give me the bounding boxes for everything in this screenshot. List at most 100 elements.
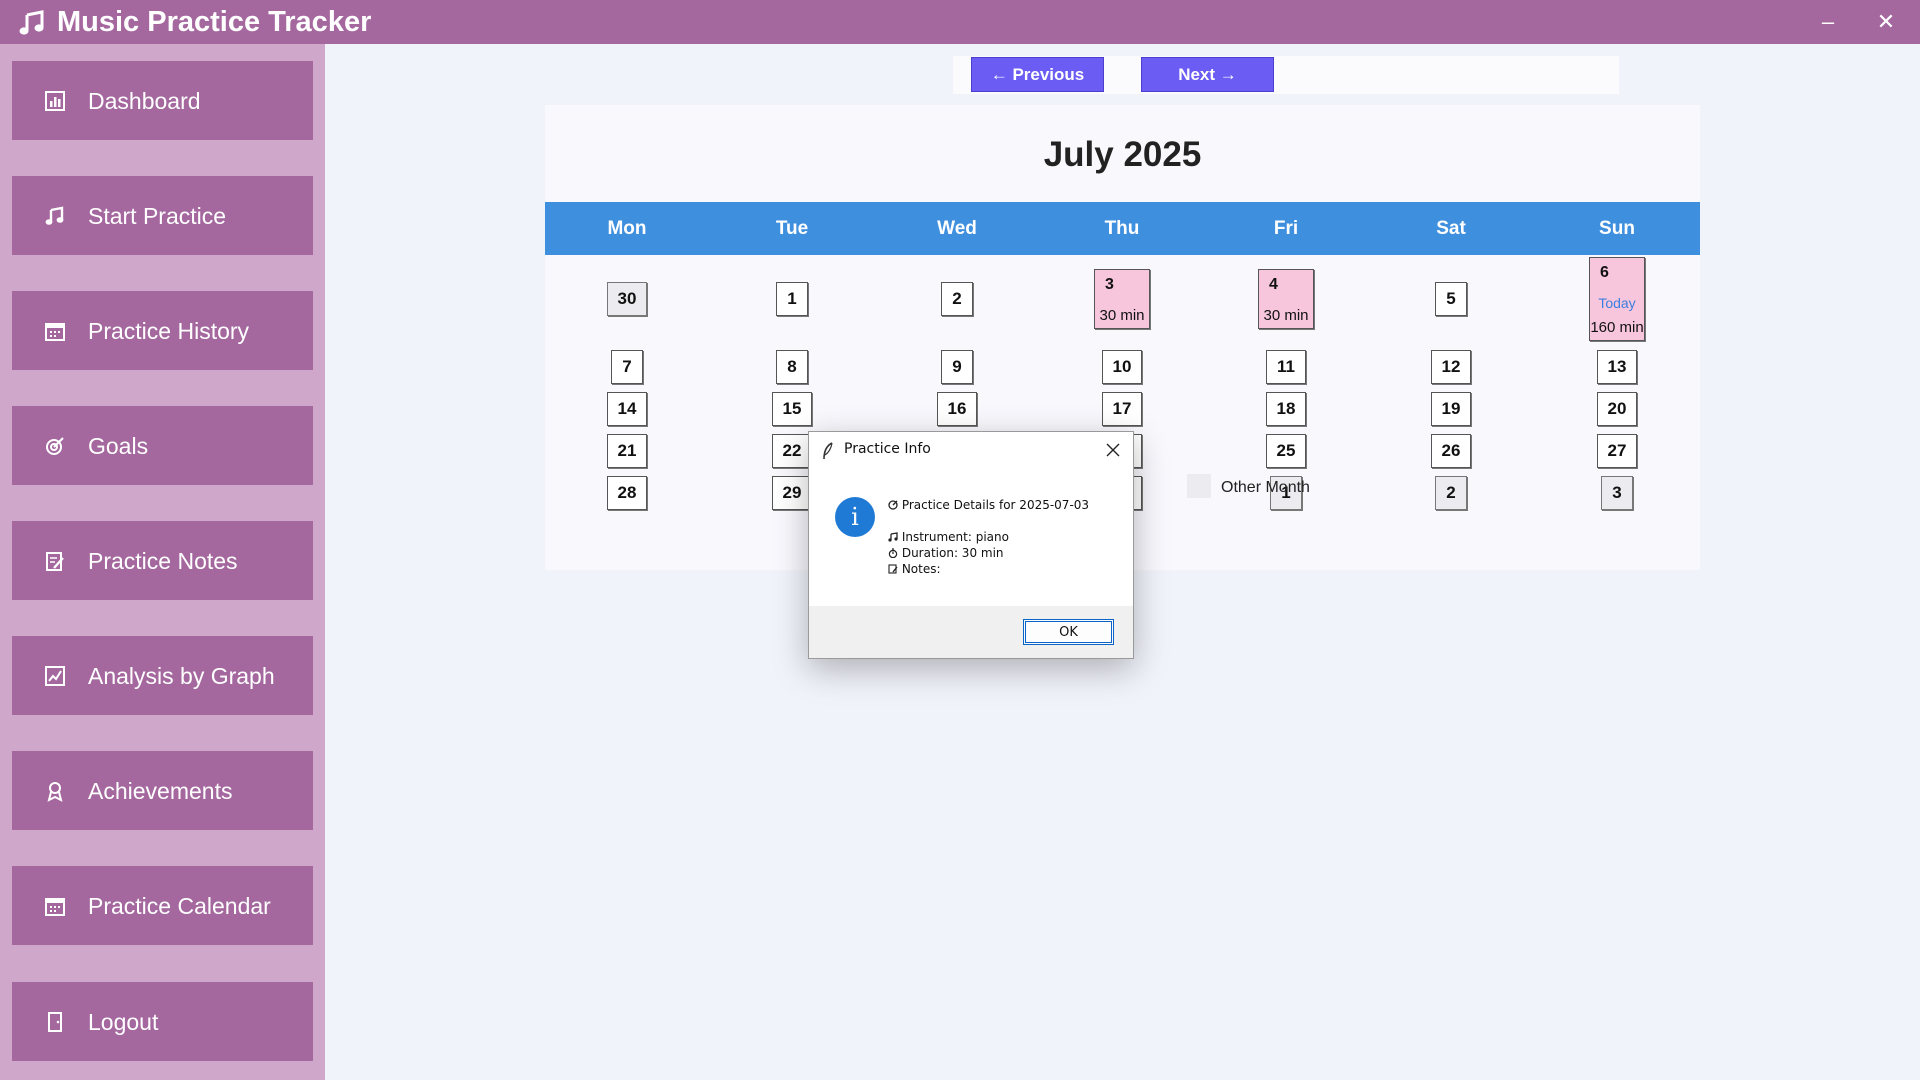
- music-note-icon: [19, 10, 44, 35]
- calendar-day[interactable]: 20: [1597, 392, 1637, 426]
- calendar-day[interactable]: 9: [941, 350, 973, 384]
- calendar-day[interactable]: 29: [772, 476, 812, 510]
- calendar-day[interactable]: 27: [1597, 434, 1637, 468]
- sidebar-item-label: Practice History: [88, 317, 250, 344]
- legend-swatch-other-month: [1187, 474, 1211, 498]
- calendar-day[interactable]: 3: [1601, 476, 1633, 510]
- duration-text: Duration: 30 min: [901, 546, 1004, 560]
- sidebar-item-goals[interactable]: Goals: [12, 406, 313, 485]
- calendar-day[interactable]: 14: [607, 392, 647, 426]
- feather-icon: [823, 442, 833, 460]
- calendar-day-practiced[interactable]: 4 30 min: [1258, 269, 1314, 329]
- target-icon: [888, 500, 898, 510]
- dialog-footer: OK: [809, 606, 1133, 658]
- notes-line: Notes:: [888, 562, 941, 576]
- practice-info-dialog: Practice Info i Practice Details for 202…: [808, 431, 1134, 659]
- ok-button[interactable]: OK: [1023, 619, 1114, 645]
- notes-text: Notes:: [901, 562, 941, 576]
- sidebar-item-analysis-by-graph[interactable]: Analysis by Graph: [12, 636, 313, 715]
- calendar-day[interactable]: 15: [772, 392, 812, 426]
- sidebar-item-label: Analysis by Graph: [88, 662, 275, 689]
- dialog-title: Practice Info: [844, 441, 931, 457]
- instrument-text: Instrument: piano: [901, 530, 1009, 544]
- sidebar-item-logout[interactable]: Logout: [12, 982, 313, 1061]
- calendar-day-practiced[interactable]: 6 Today 160 min: [1589, 257, 1645, 341]
- music-note-icon: [44, 205, 84, 227]
- sidebar-item-achievements[interactable]: Achievements: [12, 751, 313, 830]
- app-title: Music Practice Tracker: [57, 6, 372, 38]
- weekday-label: Sat: [1436, 218, 1466, 239]
- calendar-day-practiced[interactable]: 3 30 min: [1094, 269, 1150, 329]
- sidebar-item-label: Practice Calendar: [88, 892, 271, 919]
- weekday-label: Wed: [937, 218, 977, 239]
- day-number: 4: [1269, 276, 1278, 293]
- sidebar-item-practice-calendar[interactable]: Practice Calendar: [12, 866, 313, 945]
- sidebar-item-label: Logout: [88, 1008, 159, 1035]
- sidebar-item-practice-notes[interactable]: Practice Notes: [12, 521, 313, 600]
- next-month-button[interactable]: Next →: [1141, 57, 1274, 92]
- calendar-day[interactable]: 19: [1431, 392, 1471, 426]
- minimize-button[interactable]: –: [1800, 0, 1856, 44]
- calendar-day[interactable]: 5: [1435, 282, 1467, 316]
- door-icon: [44, 1011, 84, 1033]
- calendar-day[interactable]: 12: [1431, 350, 1471, 384]
- previous-month-button[interactable]: ← Previous: [971, 57, 1104, 92]
- details-text: Practice Details for 2025-07-03: [901, 498, 1090, 512]
- graph-icon: [44, 665, 84, 687]
- music-note-icon: [888, 532, 898, 542]
- calendar-day[interactable]: 25: [1266, 434, 1306, 468]
- sidebar-item-label: Dashboard: [88, 87, 201, 114]
- calendar-day[interactable]: 17: [1102, 392, 1142, 426]
- practice-minutes: 160 min: [1590, 319, 1644, 336]
- calendar-month-title: July 2025: [1043, 135, 1202, 174]
- calendar-day[interactable]: 18: [1266, 392, 1306, 426]
- weekday-header: Mon Tue Wed Thu Fri Sat Sun: [545, 202, 1700, 255]
- legend-other-month-label: Other Month: [1221, 479, 1310, 496]
- weekday-label: Tue: [775, 218, 809, 239]
- sidebar-item-practice-history[interactable]: Practice History: [12, 291, 313, 370]
- duration-line: Duration: 30 min: [888, 546, 1004, 560]
- day-number: 3: [1105, 276, 1114, 293]
- calendar-day[interactable]: 28: [607, 476, 647, 510]
- practice-minutes: 30 min: [1099, 307, 1145, 324]
- stopwatch-icon: [888, 548, 898, 559]
- close-icon: [1106, 443, 1120, 457]
- calendar-day[interactable]: 7: [611, 350, 643, 384]
- details-line: Practice Details for 2025-07-03: [888, 498, 1089, 512]
- instrument-line: Instrument: piano: [888, 530, 1009, 544]
- sidebar-item-label: Achievements: [88, 777, 233, 804]
- calendar-day[interactable]: 21: [607, 434, 647, 468]
- calendar-day[interactable]: 22: [772, 434, 812, 468]
- today-label: Today: [1598, 295, 1636, 311]
- dialog-body: i Practice Details for 2025-07-03 Instru…: [809, 468, 1133, 606]
- calendar-day[interactable]: 2: [1435, 476, 1467, 510]
- calendar-day[interactable]: 13: [1597, 350, 1637, 384]
- sidebar: Dashboard Start Practice Practice Histor…: [0, 44, 325, 1080]
- weekday-label: Mon: [607, 218, 647, 239]
- calendar-day[interactable]: 1: [776, 282, 808, 316]
- practice-minutes: 30 min: [1263, 307, 1309, 324]
- trophy-icon: [44, 780, 84, 802]
- calendar-day[interactable]: 11: [1266, 350, 1306, 384]
- day-number: 6: [1600, 264, 1609, 281]
- dialog-title-bar: Practice Info: [809, 432, 1133, 468]
- calendar-day[interactable]: 2: [941, 282, 973, 316]
- sidebar-item-dashboard[interactable]: Dashboard: [12, 61, 313, 140]
- close-window-button[interactable]: ✕: [1858, 0, 1914, 44]
- calendar-day[interactable]: 8: [776, 350, 808, 384]
- calendar-day[interactable]: 16: [937, 392, 977, 426]
- calendar-day[interactable]: 10: [1102, 350, 1142, 384]
- calendar-day[interactable]: 26: [1431, 434, 1471, 468]
- target-icon: [44, 435, 84, 457]
- info-icon: i: [835, 497, 875, 537]
- title-bar: Music Practice Tracker – ✕: [0, 0, 1920, 44]
- sidebar-item-label: Goals: [88, 432, 149, 459]
- calendar-icon: [44, 320, 84, 342]
- calendar-day[interactable]: 30: [607, 282, 647, 316]
- memo-icon: [44, 550, 84, 572]
- weekday-label: Thu: [1104, 218, 1140, 239]
- weekday-label: Fri: [1273, 218, 1299, 239]
- sidebar-item-start-practice[interactable]: Start Practice: [12, 176, 313, 255]
- calendar-icon: [44, 895, 84, 917]
- dialog-close-button[interactable]: [1101, 438, 1125, 462]
